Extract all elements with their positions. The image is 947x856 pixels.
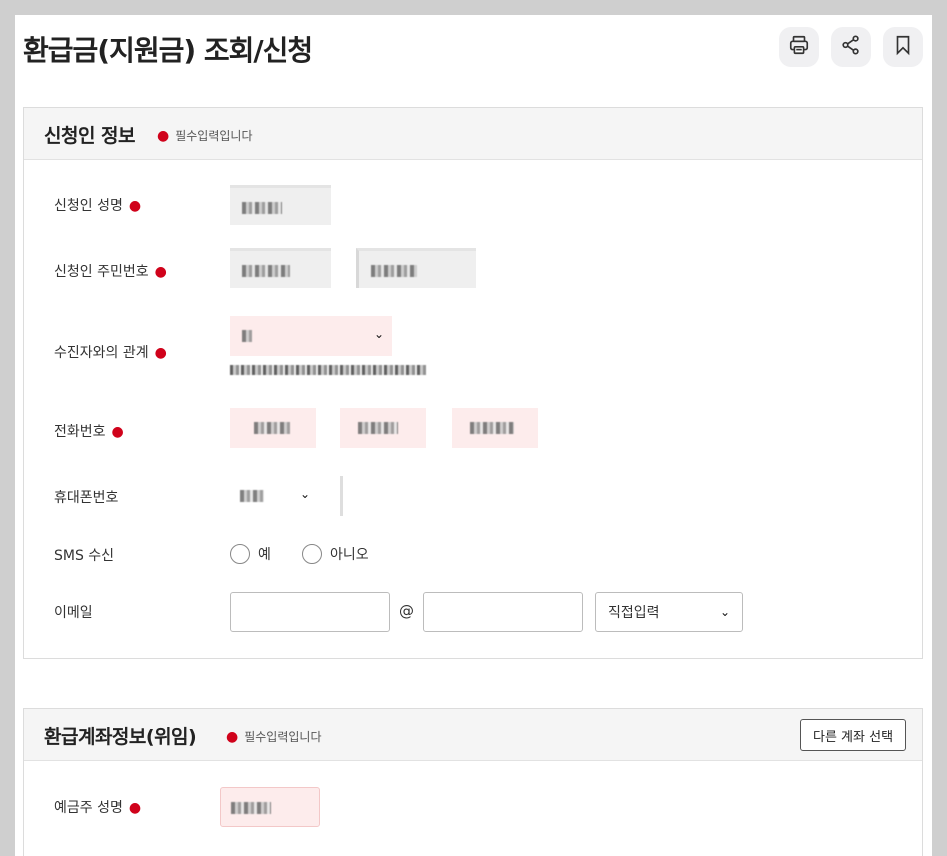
applicant-section: 신청인 정보 ● 필수입력입니다 신청인 성명 ● 신청인 주민번호 ● 수진자와의 … [23,107,923,659]
chevron-down-icon: ⌄ [719,605,730,619]
sms-yes-option[interactable]: 예 [230,544,271,564]
refund-account-section-header: 환급계좌정보(위임) ● 필수입력입니다 다른 계좌 선택 [24,709,922,761]
relation-label: 수진자와의 관계 ● [54,345,167,361]
required-dot: ● [226,729,239,745]
account-holder-label: 예금주 성명 ● [54,800,142,816]
relation-select[interactable]: ⌄ [230,316,392,356]
mobile-part3-field[interactable] [452,476,538,516]
mobile-part2-field[interactable] [340,476,426,516]
phone-part1-field[interactable] [230,408,316,448]
required-note: ● 필수입력입니다 [157,128,253,144]
phone-label: 전화번호 ● [54,424,124,440]
email-at-sign: @ [399,602,414,620]
radio-button[interactable] [230,544,250,564]
mobile-label: 휴대폰번호 [54,490,119,506]
bookmark-icon [892,34,914,60]
share-button[interactable] [831,27,871,67]
phone-part2-field[interactable] [340,408,426,448]
email-domain-select[interactable]: 직접입력 ⌄ [595,592,743,632]
applicant-section-title: 신청인 정보 [44,125,136,147]
share-icon [840,34,862,60]
applicant-name-field[interactable] [230,185,331,225]
other-account-button[interactable]: 다른 계좌 선택 [800,719,907,751]
page-header: 환급금(지원금) 조회/신청 [15,15,932,85]
chevron-down-icon: ⌄ [373,327,384,341]
mobile-carrier-select[interactable]: ⌄ [230,476,316,516]
phone-part3-field[interactable] [452,408,538,448]
bookmark-button[interactable] [883,27,923,67]
relation-help-text [230,365,426,375]
radio-button[interactable] [302,544,322,564]
printer-icon [788,34,810,60]
page-container: 환급금(지원금) 조회/신청 신청인 정보 ● 필수입력입니다 신청인 성명 ●… [15,15,932,856]
chevron-down-icon: ⌄ [299,487,310,501]
rrn-back-field[interactable] [356,248,476,288]
applicant-section-header: 신청인 정보 ● 필수입력입니다 [24,108,922,160]
email-domain-input[interactable] [423,592,583,632]
email-id-input[interactable] [230,592,390,632]
sms-no-option[interactable]: 아니오 [302,544,369,564]
refund-account-section-title: 환급계좌정보(위임) [44,726,197,748]
account-holder-field[interactable] [220,787,320,827]
required-note: ● 필수입력입니다 [226,729,322,745]
required-dot: ● [157,128,170,144]
email-label: 이메일 [54,605,93,621]
page-title: 환급금(지원금) 조회/신청 [23,34,313,67]
rrn-front-field[interactable] [230,248,331,288]
refund-account-section: 환급계좌정보(위임) ● 필수입력입니다 다른 계좌 선택 예금주 성명 ● [23,708,923,856]
sms-label: SMS 수신 [54,548,115,564]
print-button[interactable] [779,27,819,67]
applicant-name-label: 신청인 성명 ● [54,198,142,214]
applicant-rrn-label: 신청인 주민번호 ● [54,264,167,280]
